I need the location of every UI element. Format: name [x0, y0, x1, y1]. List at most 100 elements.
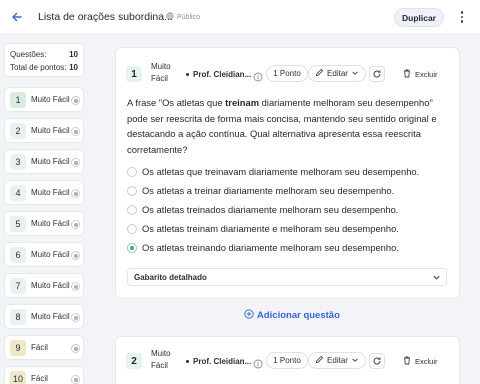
chevron-down-icon: [432, 273, 441, 282]
back-arrow-icon[interactable]: [9, 9, 25, 25]
detailed-answer-dropdown[interactable]: Gabarito detalhado: [127, 268, 447, 286]
delete-button[interactable]: Excluir: [403, 356, 438, 367]
answer-option[interactable]: Os atletas treinados diariamente melhora…: [127, 204, 398, 215]
question-nav-radio[interactable]: [71, 127, 80, 136]
question-nav-difficulty: Muito Fácil: [31, 219, 70, 228]
question-nav-number: 2: [10, 123, 26, 139]
author-name: Prof. Cleidian...: [193, 357, 252, 366]
pencil-icon: [315, 355, 324, 366]
answer-option[interactable]: Os atletas treinam diariamente e melhora…: [127, 223, 399, 234]
trash-icon: [403, 69, 411, 80]
edit-button[interactable]: Editar: [308, 352, 366, 369]
question-nav-item[interactable]: 2 Muito Fácil: [4, 118, 84, 143]
visibility-label: Público: [177, 13, 200, 21]
question-nav-number: 4: [10, 185, 26, 201]
question-nav-difficulty: Muito Fácil: [31, 250, 70, 259]
chevron-down-icon: [351, 356, 359, 366]
question-nav-difficulty: Muito Fácil: [31, 157, 70, 166]
regenerate-icon[interactable]: [369, 353, 385, 369]
add-question-label: Adicionar questão: [257, 310, 340, 321]
question-nav-number: 5: [10, 216, 26, 232]
author-name: Prof. Cleidian...: [193, 70, 252, 79]
answer-option[interactable]: Os atletas a treinar diariamente melhora…: [127, 185, 394, 196]
question-nav-number: 3: [10, 154, 26, 170]
question-nav-radio[interactable]: [71, 189, 80, 198]
points-pill[interactable]: 1 Ponto: [266, 352, 308, 369]
top-bar: Lista de orações subordina... Público Du…: [0, 0, 480, 35]
question-nav-difficulty: Muito Fácil: [31, 281, 70, 290]
option-radio[interactable]: [127, 204, 137, 215]
question-number: 2: [126, 353, 142, 369]
visibility-badge: Público: [166, 12, 200, 22]
info-icon[interactable]: [253, 69, 263, 82]
edit-label: Editar: [327, 356, 348, 365]
question-nav-item[interactable]: 7 Muito Fácil: [4, 273, 84, 298]
question-nav-radio[interactable]: [71, 375, 80, 384]
delete-button[interactable]: Excluir: [403, 69, 438, 80]
question-card: 2 Muito Fácil Prof. Cleidian... 1 Ponto …: [115, 336, 460, 384]
questions-count-value: 10: [69, 50, 78, 59]
summary-panel: Questões: 10 Total de pontos: 10: [4, 43, 84, 77]
more-options-icon[interactable]: [455, 9, 469, 25]
page-title: Lista de orações subordina...: [38, 11, 173, 23]
question-nav-item[interactable]: 9 Fácil: [4, 335, 84, 360]
question-nav-radio[interactable]: [71, 251, 80, 260]
question-nav-number: 7: [10, 278, 26, 294]
question-nav-item[interactable]: 8 Muito Fácil: [4, 304, 84, 329]
question-nav-radio[interactable]: [71, 96, 80, 105]
question-nav-radio[interactable]: [71, 344, 80, 353]
add-question-button[interactable]: Adicionar questão: [244, 309, 340, 322]
total-points-label: Total de pontos:: [10, 63, 67, 72]
question-nav-difficulty: Muito Fácil: [31, 188, 70, 197]
option-radio[interactable]: [127, 166, 137, 177]
regenerate-icon[interactable]: [369, 66, 385, 82]
questions-count-label: Questões:: [10, 50, 47, 59]
question-card: 1 Muito Fácil Prof. Cleidian... 1 Ponto …: [115, 47, 460, 299]
question-nav-radio[interactable]: [71, 158, 80, 167]
question-nav-difficulty: Fácil: [31, 374, 48, 383]
option-radio-selected[interactable]: [127, 242, 137, 253]
question-nav-radio[interactable]: [71, 220, 80, 229]
option-text: Os atletas treinados diariamente melhora…: [142, 204, 399, 215]
option-text: Os atletas treinam diariamente e melhora…: [142, 223, 399, 234]
option-radio[interactable]: [127, 185, 137, 196]
duplicate-button[interactable]: Duplicar: [394, 8, 444, 27]
question-nav-number: 8: [10, 309, 26, 325]
question-nav-item[interactable]: 1 Muito Fácil: [4, 87, 84, 112]
question-nav-item[interactable]: 5 Muito Fácil: [4, 211, 84, 236]
info-icon[interactable]: [253, 356, 263, 369]
question-nav-difficulty: Fácil: [31, 343, 48, 352]
question-nav-item[interactable]: 3 Muito Fácil: [4, 149, 84, 174]
pencil-icon: [315, 68, 324, 79]
delete-label: Excluir: [415, 70, 438, 79]
question-stem: A frase "Os atletas que treinam diariame…: [127, 95, 452, 157]
answer-option-correct[interactable]: Os atletas treinando diariamente melhora…: [127, 242, 399, 253]
edit-button[interactable]: Editar: [308, 65, 366, 82]
question-nav-radio[interactable]: [71, 282, 80, 291]
globe-icon: [166, 12, 174, 22]
trash-icon: [403, 356, 411, 367]
points-pill[interactable]: 1 Ponto: [266, 65, 308, 82]
question-nav-item[interactable]: 10 Fácil: [4, 366, 84, 384]
question-nav-item[interactable]: 4 Muito Fácil: [4, 180, 84, 205]
detailed-answer-label: Gabarito detalhado: [134, 272, 207, 282]
answer-option[interactable]: Os atletas que treinavam diariamente mel…: [127, 166, 419, 177]
option-text: Os atletas a treinar diariamente melhora…: [142, 185, 395, 196]
delete-label: Excluir: [415, 357, 438, 366]
question-nav-number: 10: [10, 371, 26, 384]
question-nav-difficulty: Muito Fácil: [31, 126, 70, 135]
question-difficulty: Muito Fácil: [151, 349, 171, 370]
question-number: 1: [126, 66, 142, 82]
plus-circle-icon: [244, 309, 254, 322]
question-nav-number: 1: [10, 92, 26, 108]
question-nav-item[interactable]: 6 Muito Fácil: [4, 242, 84, 267]
question-nav-difficulty: Muito Fácil: [31, 312, 70, 321]
question-nav-radio[interactable]: [71, 313, 80, 322]
question-nav-number: 6: [10, 247, 26, 263]
option-radio[interactable]: [127, 223, 137, 234]
option-text: Os atletas que treinavam diariamente mel…: [142, 166, 420, 177]
question-author: Prof. Cleidian...: [186, 357, 251, 366]
question-author: Prof. Cleidian...: [186, 70, 251, 79]
chevron-down-icon: [351, 69, 359, 79]
option-text: Os atletas treinando diariamente melhora…: [142, 242, 399, 253]
